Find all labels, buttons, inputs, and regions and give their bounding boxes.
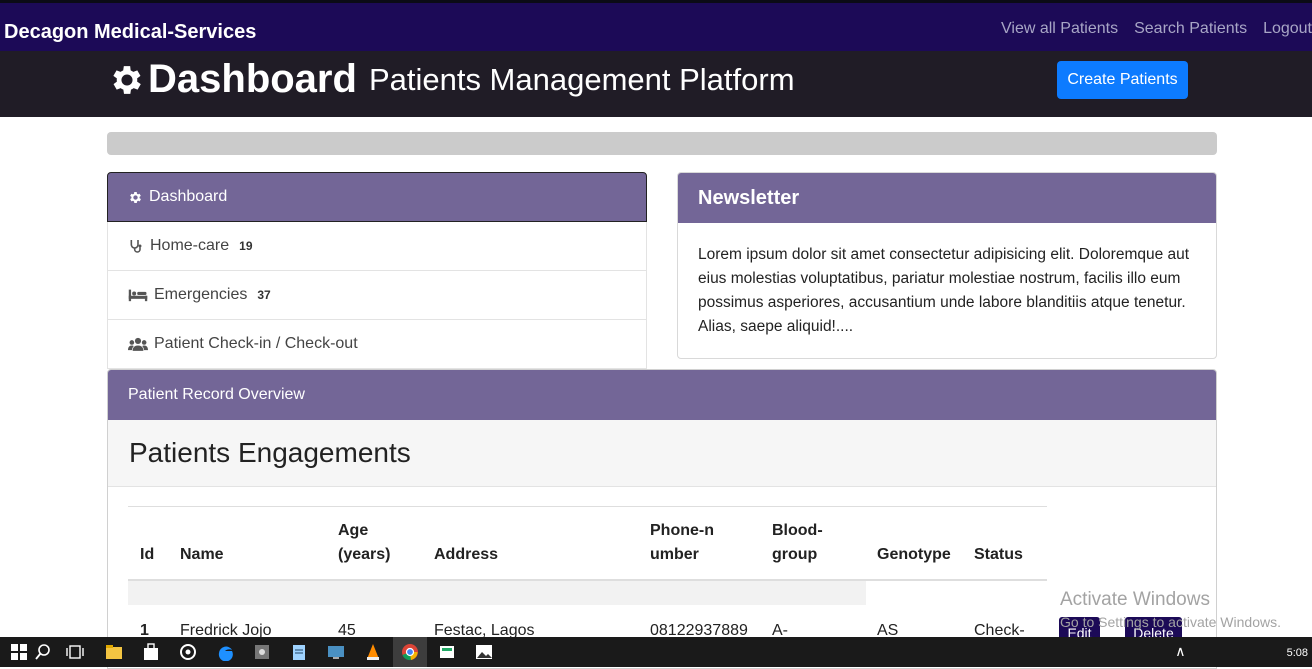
sidebar-item-dashboard[interactable]: Dashboard	[107, 172, 647, 222]
platform-subtitle: Patients Management Platform	[368, 61, 795, 97]
dashboard-heading: Dashboard	[148, 57, 357, 101]
notepad-icon[interactable]	[290, 643, 308, 661]
column-header-id: Id	[140, 546, 155, 563]
breadcrumb-bar	[107, 132, 1217, 155]
tray-chevron-icon[interactable]: ∧	[1175, 643, 1185, 660]
sidebar-item-label: Emergencies	[154, 286, 248, 303]
sidebar-item-label: Dashboard	[149, 188, 228, 205]
sidebar-item-home-care[interactable]: Home-care 19	[107, 222, 647, 271]
remote-desktop-icon[interactable]	[327, 643, 345, 661]
search-icon[interactable]	[34, 643, 52, 661]
store-icon[interactable]	[142, 643, 160, 661]
chrome-icon[interactable]	[401, 643, 419, 661]
sidebar-item-emergencies[interactable]: Emergencies 37	[107, 271, 647, 320]
column-header-blood-group: Blood-group	[772, 522, 823, 563]
emergencies-count-badge: 37	[257, 288, 271, 302]
column-header-address: Address	[434, 546, 499, 563]
stethoscope-icon	[130, 240, 142, 253]
newsletter-card: Newsletter Lorem ipsum dolor sit amet co…	[677, 172, 1217, 359]
newsletter-title: Newsletter	[678, 173, 1216, 223]
sidebar-item-label: Patient Check-in / Check-out	[154, 335, 358, 352]
photos-icon[interactable]	[475, 643, 493, 661]
nav-link-search-patients[interactable]: Search Patients	[1134, 20, 1247, 38]
page-header: Dashboard Patients Management Platform C…	[0, 51, 1312, 117]
table-stripe	[128, 581, 866, 605]
column-header-age: Age (years)	[338, 522, 391, 563]
app-icon[interactable]	[179, 643, 197, 661]
top-navbar: Decagon Medical-Services View all Patien…	[0, 0, 1312, 51]
create-patients-button[interactable]: Create Patients	[1057, 61, 1188, 99]
gear-icon	[130, 191, 141, 203]
bed-icon	[128, 289, 148, 302]
gear-icon	[113, 65, 141, 94]
system-tray: ∧ 5:08	[1175, 643, 1308, 660]
users-icon	[128, 337, 148, 351]
task-view-icon[interactable]	[66, 643, 84, 661]
column-header-name: Name	[180, 546, 224, 563]
calculator-icon[interactable]	[438, 643, 456, 661]
nav-links: View all Patients Search Patients Logout	[1001, 20, 1312, 38]
vlc-icon[interactable]	[364, 643, 382, 661]
brand-name[interactable]: Decagon Medical-Services	[4, 21, 256, 44]
patient-record-overview: Patient Record Overview Patients Engagem…	[107, 369, 1217, 669]
windows-taskbar: ∧ 5:08	[0, 637, 1312, 667]
column-header-phone: Phone-number	[650, 522, 714, 563]
nav-link-view-all-patients[interactable]: View all Patients	[1001, 20, 1118, 38]
newsletter-body: Lorem ipsum dolor sit amet consectetur a…	[698, 246, 1190, 335]
overview-header: Patient Record Overview	[108, 370, 1216, 420]
windows-start-icon[interactable]	[10, 643, 28, 661]
table-header: Id Name Age (years) Address Phone-number…	[128, 506, 1047, 581]
file-explorer-icon[interactable]	[105, 643, 123, 661]
page-title: Dashboard Patients Management Platform	[108, 57, 795, 102]
settings-app-icon[interactable]	[253, 643, 271, 661]
home-care-count-badge: 19	[239, 239, 253, 253]
column-header-genotype: Genotype	[877, 546, 951, 563]
column-header-status: Status	[974, 546, 1023, 563]
activate-windows-subtitle: Go to Settings to activate Windows.	[1060, 614, 1281, 630]
sidebar-item-label: Home-care	[150, 237, 230, 254]
sidebar-menu: Dashboard Home-care 19 Emergencies 37 Pa…	[107, 172, 647, 369]
edge-browser-icon[interactable]	[216, 643, 234, 661]
nav-link-logout[interactable]: Logout	[1263, 20, 1312, 38]
activate-windows-title: Activate Windows	[1060, 589, 1210, 610]
sidebar-item-check-in-out[interactable]: Patient Check-in / Check-out	[107, 320, 647, 369]
patients-engagements-title: Patients Engagements	[108, 420, 1216, 487]
clock-time[interactable]: 5:08	[1287, 647, 1308, 659]
